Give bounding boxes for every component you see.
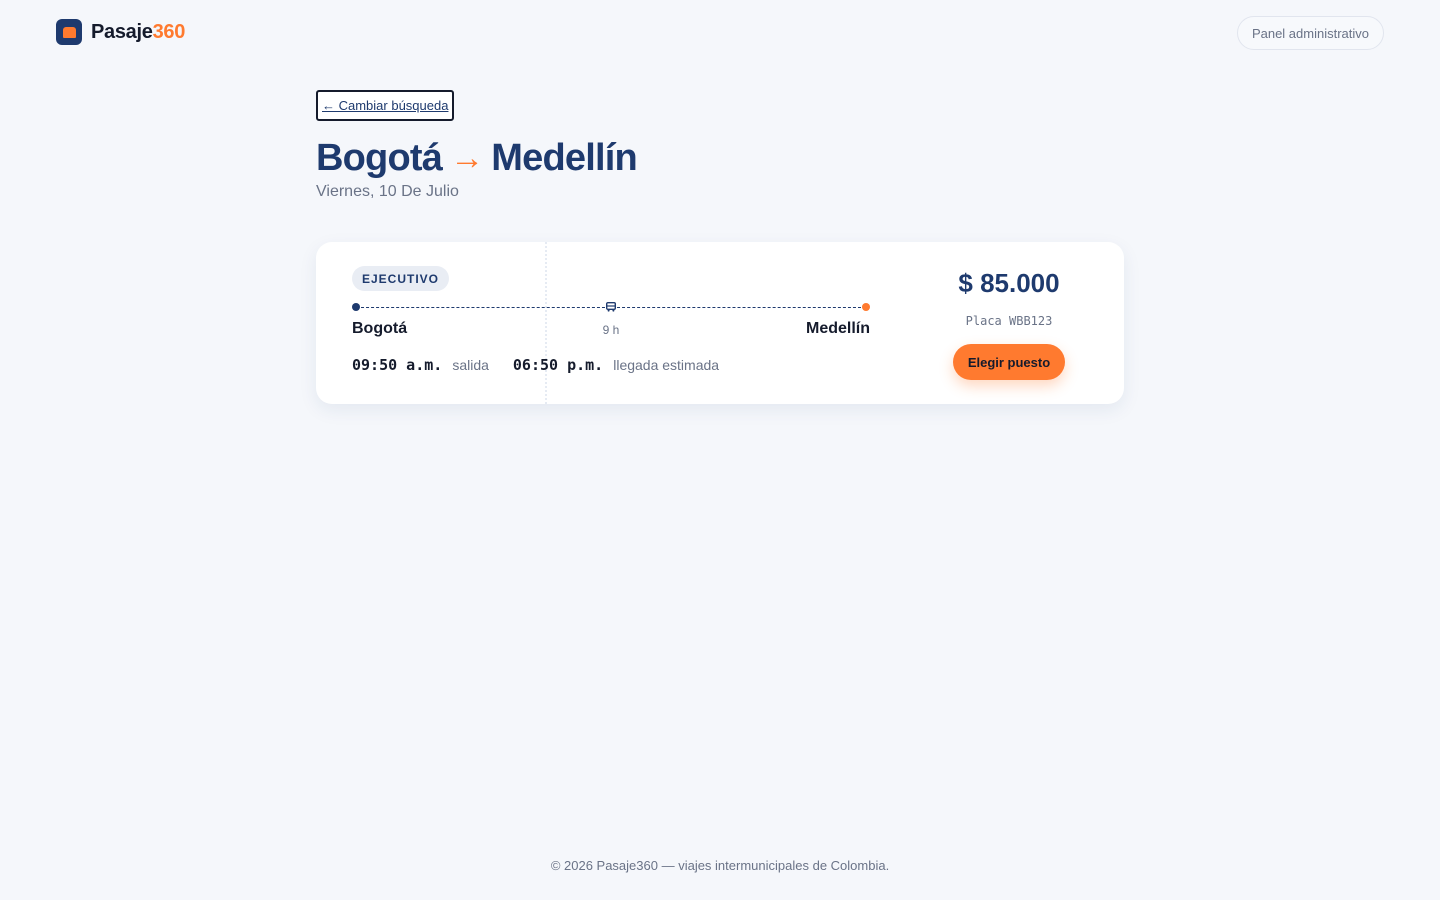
route-destination: Medellín: [491, 137, 637, 179]
admin-panel-button[interactable]: Panel administrativo: [1236, 16, 1384, 50]
top-header: Pasaje360 Panel administrativo: [0, 0, 1440, 64]
results-main: ← Cambiar búsqueda Bogotá → Medellín Vie…: [316, 90, 1124, 404]
brand-name: Pasaje360: [91, 20, 186, 43]
class-badge: EJECUTIVO: [352, 266, 450, 291]
trip-date: Viernes, 10 De Julio: [316, 183, 459, 200]
trip-duration: 9 h: [602, 323, 620, 337]
route-timeline: [352, 302, 870, 314]
origin-city: Bogotá: [352, 320, 408, 337]
bus-icon: [605, 302, 617, 312]
route-arrow-icon: →: [450, 139, 484, 177]
trip-price: $ 85.000: [958, 268, 1060, 298]
brand-logo[interactable]: Pasaje360: [56, 19, 185, 45]
arrival-label: llegada estimada: [613, 357, 720, 373]
route-origin: Bogotá: [316, 137, 443, 179]
destination-city: Medellín: [805, 320, 870, 337]
destination-dot: [862, 303, 870, 311]
trip-card: EJECUTIVO Bogotá 9 h Medellín 09:50 a.m.…: [316, 242, 1124, 404]
arrival-time: 06:50 p.m.: [512, 356, 604, 374]
choose-seat-button[interactable]: Elegir puesto: [953, 344, 1065, 380]
ticket-perforation: [545, 242, 547, 404]
bus-plate: Placa WBB123: [965, 314, 1053, 328]
change-search-button[interactable]: ← Cambiar búsqueda: [316, 90, 455, 121]
page-footer: © 2026 Pasaje360 — viajes intermunicipal…: [550, 858, 890, 873]
bus-logo-icon: [56, 19, 82, 45]
origin-dot: [352, 303, 360, 311]
departure-label: salida: [452, 357, 489, 373]
trip-times: 09:50 a.m. salida 06:50 p.m. llegada est…: [352, 356, 719, 374]
page-title: Bogotá → Medellín: [316, 135, 1124, 181]
departure-time: 09:50 a.m.: [352, 356, 443, 374]
